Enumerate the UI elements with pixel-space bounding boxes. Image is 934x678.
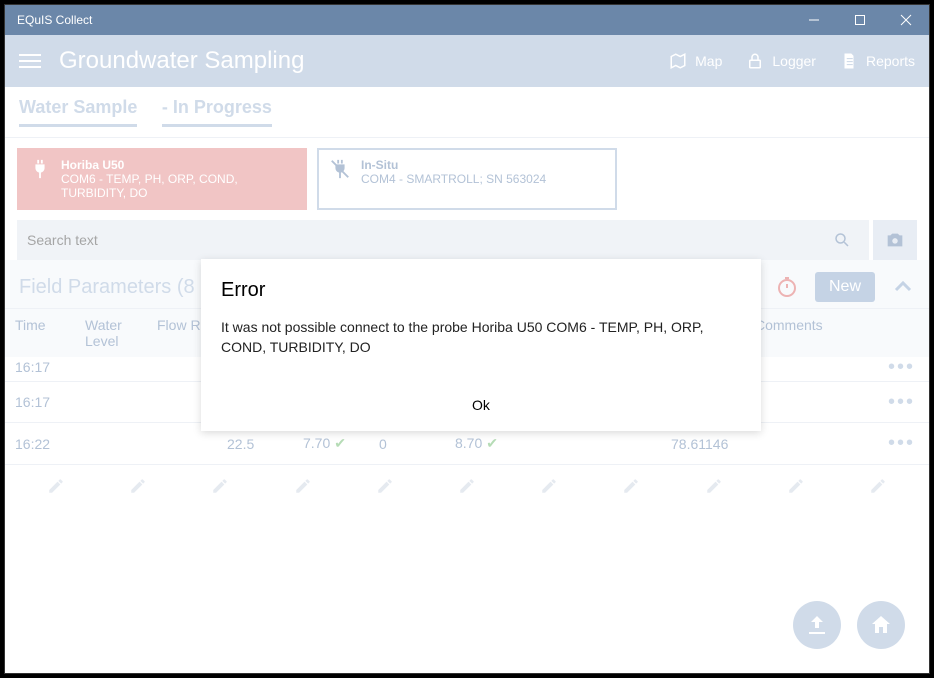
pencil-icon[interactable] (294, 477, 312, 495)
search-bar (17, 220, 869, 260)
col-comments: Comments (755, 317, 919, 349)
plug-icon (29, 158, 51, 180)
tab-water-sample[interactable]: Water Sample (19, 97, 137, 127)
window-close-button[interactable] (883, 5, 929, 35)
document-icon (840, 52, 858, 70)
timer-icon[interactable] (775, 275, 799, 299)
window-maximize-button[interactable] (837, 5, 883, 35)
pencil-icon[interactable] (540, 477, 558, 495)
pencil-icon[interactable] (705, 477, 723, 495)
hamburger-menu-button[interactable] (19, 50, 41, 72)
device-desc: COM6 - TEMP, PH, ORP, COND, TURBIDITY, D… (61, 172, 295, 200)
device-card[interactable]: In-Situ COM4 - SMARTROLL; SN 563024 (317, 148, 617, 210)
device-desc: COM4 - SMARTROLL; SN 563024 (361, 172, 546, 186)
row-menu-button[interactable]: ••• (888, 357, 915, 379)
logger-button[interactable]: Logger (746, 52, 816, 70)
home-icon (869, 613, 893, 637)
camera-button[interactable] (873, 220, 917, 260)
device-name: Horiba U50 (61, 158, 295, 172)
search-icon[interactable] (833, 231, 851, 249)
cell-last: 78.61146 (671, 436, 755, 452)
col-water-level: Water Level (85, 317, 157, 349)
dialog-message: It was not possible connect to the probe… (221, 318, 741, 357)
cell-orp: 0 (379, 436, 455, 452)
row-menu-button[interactable]: ••• (888, 391, 915, 414)
row-menu-button[interactable]: ••• (888, 432, 915, 455)
home-fab[interactable] (857, 601, 905, 649)
check-icon: ✔ (486, 435, 498, 451)
cell-time: 16:17 (15, 359, 85, 375)
check-icon: ✔ (334, 435, 346, 451)
device-name: In-Situ (361, 158, 546, 172)
cell-time: 16:22 (15, 436, 85, 452)
pencil-icon[interactable] (869, 477, 887, 495)
error-dialog: Error It was not possible connect to the… (201, 259, 761, 431)
tab-in-progress[interactable]: - In Progress (162, 97, 272, 127)
upload-icon (805, 613, 829, 637)
pencil-icon[interactable] (458, 477, 476, 495)
dialog-title: Error (221, 279, 741, 302)
pencil-icon[interactable] (787, 477, 805, 495)
dialog-ok-button[interactable]: Ok (460, 393, 502, 417)
section-title: Field Parameters (8 (19, 276, 195, 299)
upload-fab[interactable] (793, 601, 841, 649)
app-header: Groundwater Sampling Map Logger Reports (5, 35, 929, 87)
camera-icon (884, 229, 906, 251)
chevron-up-icon[interactable] (891, 275, 915, 299)
col-time: Time (15, 317, 85, 349)
plug-off-icon (329, 158, 351, 180)
pencil-icon[interactable] (47, 477, 65, 495)
tabs: Water Sample - In Progress (5, 87, 929, 138)
cell-time: 16:17 (15, 394, 85, 410)
pencil-icon[interactable] (129, 477, 147, 495)
window-title: EQuIS Collect (17, 13, 92, 27)
edit-row (5, 465, 929, 507)
window-minimize-button[interactable] (791, 5, 837, 35)
device-card-active[interactable]: Horiba U50 COM6 - TEMP, PH, ORP, COND, T… (17, 148, 307, 210)
page-title: Groundwater Sampling (59, 47, 304, 75)
cell-temp: 22.5 (227, 436, 303, 452)
map-button[interactable]: Map (669, 52, 722, 70)
cell-ph: 7.70✔ (303, 435, 379, 452)
new-button[interactable]: New (815, 272, 875, 302)
lock-icon (746, 52, 764, 70)
pencil-icon[interactable] (376, 477, 394, 495)
search-input[interactable] (27, 232, 833, 248)
window-titlebar: EQuIS Collect (5, 5, 929, 35)
cell-do: 8.70✔ (455, 435, 531, 452)
pencil-icon[interactable] (622, 477, 640, 495)
map-icon (669, 52, 687, 70)
reports-button[interactable]: Reports (840, 52, 915, 70)
pencil-icon[interactable] (211, 477, 229, 495)
